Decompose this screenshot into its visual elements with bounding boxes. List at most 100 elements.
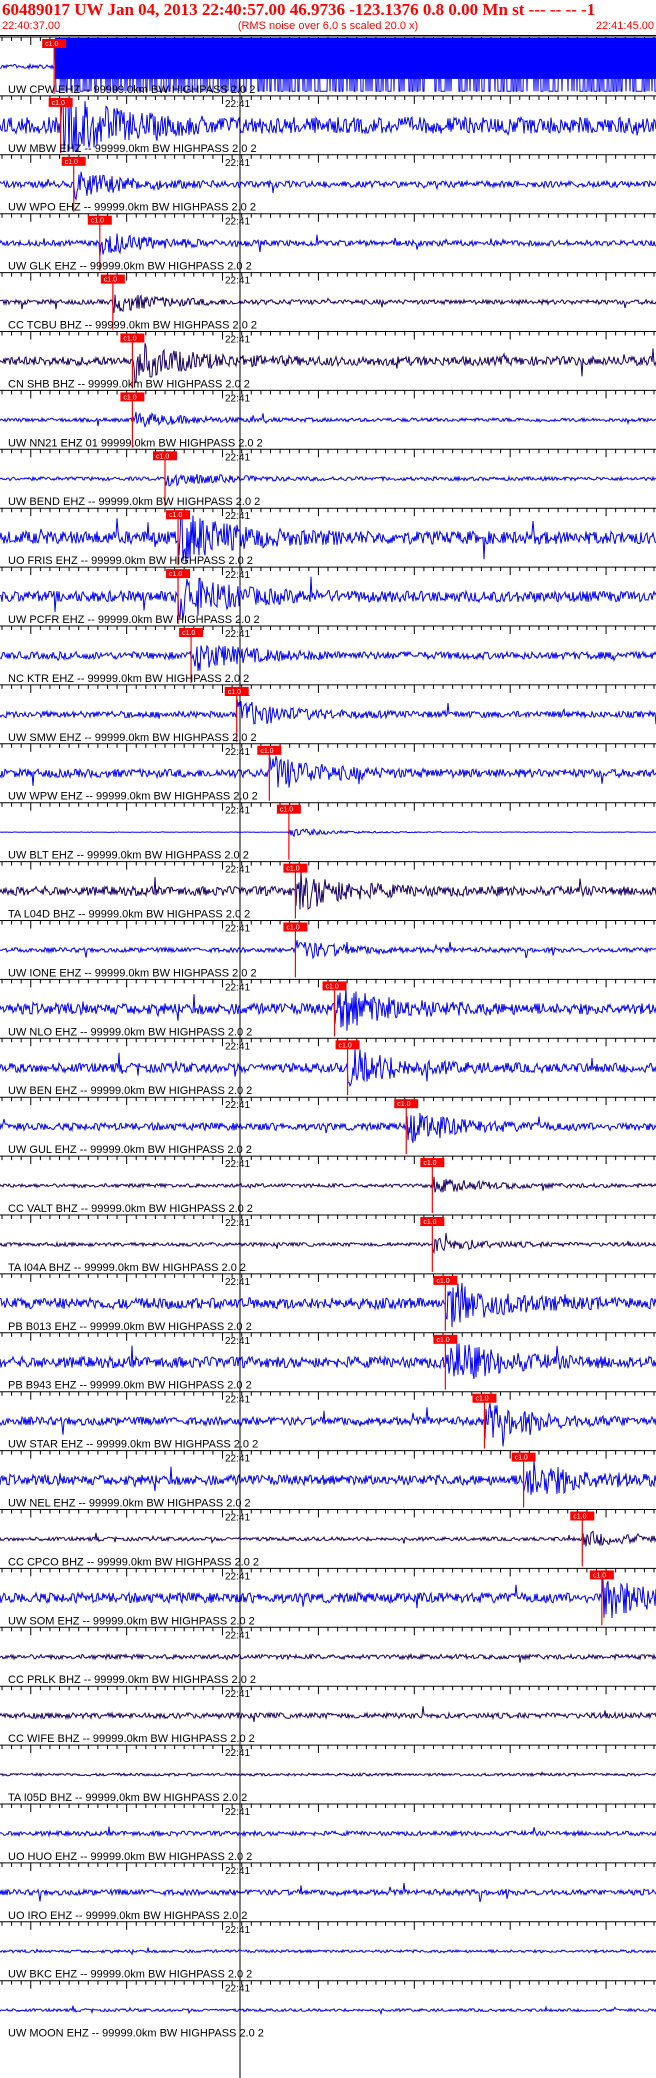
pick-flag-label: c1.0 — [104, 277, 117, 284]
pick-flag-label: c1.0 — [45, 41, 58, 48]
pick-flag-label: c1.0 — [436, 1337, 449, 1344]
station-label: CC PRLK BHZ -- 99999.0km BW HIGHPASS 2.0… — [8, 1674, 256, 1686]
minute-label: 22:41 — [225, 1159, 250, 1170]
minute-label: 22:41 — [225, 1395, 250, 1406]
minute-label: 22:41 — [225, 982, 250, 993]
waveform — [0, 1947, 656, 1956]
minute-label: 22:41 — [225, 1925, 250, 1936]
waveform — [0, 1706, 656, 1723]
minute-label: 22:41 — [225, 865, 250, 876]
waveform — [0, 940, 656, 960]
pick-flag-label: c1.0 — [169, 512, 182, 519]
station-label: UO HUO EHZ -- 99999.0km BW HIGHPASS 2.0 … — [8, 1851, 252, 1863]
station-label: UW GUL EHZ -- 99999.0km BW HIGHPASS 2.0 … — [8, 1144, 252, 1156]
waveform — [0, 411, 656, 429]
station-label: UO IRO EHZ -- 99999.0km BW HIGHPASS 2.0 … — [8, 1910, 247, 1922]
waveform — [0, 343, 656, 384]
minute-label: 22:41 — [225, 1689, 250, 1700]
waveform — [0, 2005, 656, 2016]
station-label: UW MOON EHZ -- 99999.0km BW HIGHPASS 2.0… — [8, 2028, 264, 2040]
minute-label: 22:41 — [225, 452, 250, 463]
minute-label: 22:41 — [225, 1571, 250, 1582]
pick-flag-label: c1.0 — [65, 159, 78, 166]
waveform — [0, 1883, 656, 1903]
waveform — [0, 1530, 656, 1547]
minute-label: 22:41 — [225, 1100, 250, 1111]
pick-flag-label: c1.0 — [52, 100, 65, 107]
minute-label: 22:41 — [225, 629, 250, 640]
station-label: CC CPCO BHZ -- 99999.0km BW HIGHPASS 2.0… — [8, 1556, 259, 1568]
minute-label: 22:41 — [225, 806, 250, 817]
minute-label: 22:41 — [225, 924, 250, 935]
station-label: NC KTR EHZ -- 99999.0km BW HIGHPASS 2.0 … — [8, 673, 249, 685]
station-label: TA I04A BHZ -- 99999.0km BW HIGHPASS 2.0… — [8, 1262, 246, 1274]
pick-flag-label: c1.0 — [593, 1572, 606, 1579]
station-label: PB B943 EHZ -- 99999.0km BW HIGHPASS 2.0… — [8, 1380, 252, 1392]
station-label: UW BLT EHZ -- 99999.0km BW HIGHPASS 2.0 … — [8, 850, 249, 862]
waveform — [0, 1578, 656, 1619]
waveform — [0, 1112, 656, 1143]
waveform — [0, 1232, 656, 1255]
minute-label: 22:41 — [225, 1807, 250, 1818]
waveform — [0, 1652, 656, 1663]
pick-flag-label: c1.0 — [573, 1514, 586, 1521]
waveform — [0, 644, 656, 671]
pick-flag-label: c1.0 — [123, 336, 136, 343]
minute-label: 22:41 — [225, 1748, 250, 1759]
clipped-waveform — [55, 38, 656, 79]
pick-flag-label: c1.0 — [436, 1278, 449, 1285]
station-label: CC VALT BHZ -- 99999.0km BW HIGHPASS 2.0… — [8, 1203, 253, 1215]
station-label: UW CPW EHZ -- 99999.0km BW HIGHPASS 2.0 … — [8, 84, 255, 96]
station-label: TA I05D BHZ -- 99999.0km BW HIGHPASS 2.0… — [8, 1792, 247, 1804]
station-label: PB B013 EHZ -- 99999.0km BW HIGHPASS 2.0… — [8, 1321, 252, 1333]
pick-flag-label: c1.0 — [169, 571, 182, 578]
pick-flag-label: c1.0 — [280, 807, 293, 814]
waveform — [0, 473, 656, 487]
pick-flag-label: c1.0 — [423, 1160, 436, 1167]
station-label: UW MBW EHZ -- 99999.0km BW HIGHPASS 2.0 … — [8, 143, 257, 155]
station-label: UW BKC EHZ -- 99999.0km BW HIGHPASS 2.0 … — [8, 1969, 252, 1981]
minute-label: 22:41 — [225, 99, 250, 110]
minute-label: 22:41 — [225, 1984, 250, 1995]
station-label: UW NEL EHZ -- 99999.0km BW HIGHPASS 2.0 … — [8, 1498, 251, 1510]
minute-label: 22:41 — [225, 217, 250, 228]
station-label: UW NLO EHZ -- 99999.0km BW HIGHPASS 2.0 … — [8, 1026, 252, 1038]
pick-flag-label: c1.0 — [339, 1042, 352, 1049]
waveform — [0, 986, 656, 1031]
minute-label: 22:41 — [225, 276, 250, 287]
station-label: UW SOM EHZ -- 99999.0km BW HIGHPASS 2.0 … — [8, 1615, 255, 1627]
minute-label: 22:41 — [225, 1630, 250, 1641]
pick-flag-label: c1.0 — [475, 1396, 488, 1403]
station-label: CC TCBU BHZ -- 99999.0km BW HIGHPASS 2.0… — [8, 320, 257, 332]
pick-flag-label: c1.0 — [326, 983, 339, 990]
station-label: UW BEN EHZ -- 99999.0km BW HIGHPASS 2.0 … — [8, 1085, 252, 1097]
waveform — [0, 233, 656, 256]
waveform — [0, 293, 656, 313]
pick-flag-label: c1.0 — [260, 748, 273, 755]
station-label: UW NN21 EHZ 01 99999.0km BW HIGHPASS 2.0… — [8, 437, 263, 449]
waveform — [0, 1460, 656, 1495]
waveform — [0, 1826, 656, 1838]
pick-flag-label: c1.0 — [156, 453, 169, 460]
trace-panel: 22:41 c1.0 UW CPW EHZ -- 99999.0km BW HIGH… — [0, 36, 656, 2078]
pick-flag-label: c1.0 — [515, 1455, 528, 1462]
minute-label: 22:41 — [225, 1866, 250, 1877]
waveform — [0, 755, 656, 788]
waveform — [0, 870, 656, 910]
waveform — [0, 1048, 656, 1088]
station-label: UW IONE EHZ -- 99999.0km BW HIGHPASS 2.0… — [8, 967, 257, 979]
pick-flag-label: c1.0 — [182, 630, 195, 637]
minute-label: 22:41 — [225, 1513, 250, 1524]
station-label: UW WPW EHZ -- 99999.0km BW HIGHPASS 2.0 … — [8, 791, 258, 803]
pick-flag-label: c1.0 — [91, 218, 104, 225]
pick-flag-label: c1.0 — [397, 1101, 410, 1108]
minute-label: 22:41 — [225, 1277, 250, 1288]
minute-label: 22:41 — [225, 1336, 250, 1347]
pick-flag-label: c1.0 — [286, 925, 299, 932]
waveform — [0, 171, 656, 202]
waveform — [0, 698, 656, 725]
seismogram-page: { "header": { "title": "60489017 UW Jan … — [0, 0, 656, 2078]
minute-label: 22:41 — [225, 393, 250, 404]
pick-flag-label: c1.0 — [286, 866, 299, 873]
station-label: CC WIFE BHZ -- 99999.0km BW HIGHPASS 2.0… — [8, 1733, 255, 1745]
